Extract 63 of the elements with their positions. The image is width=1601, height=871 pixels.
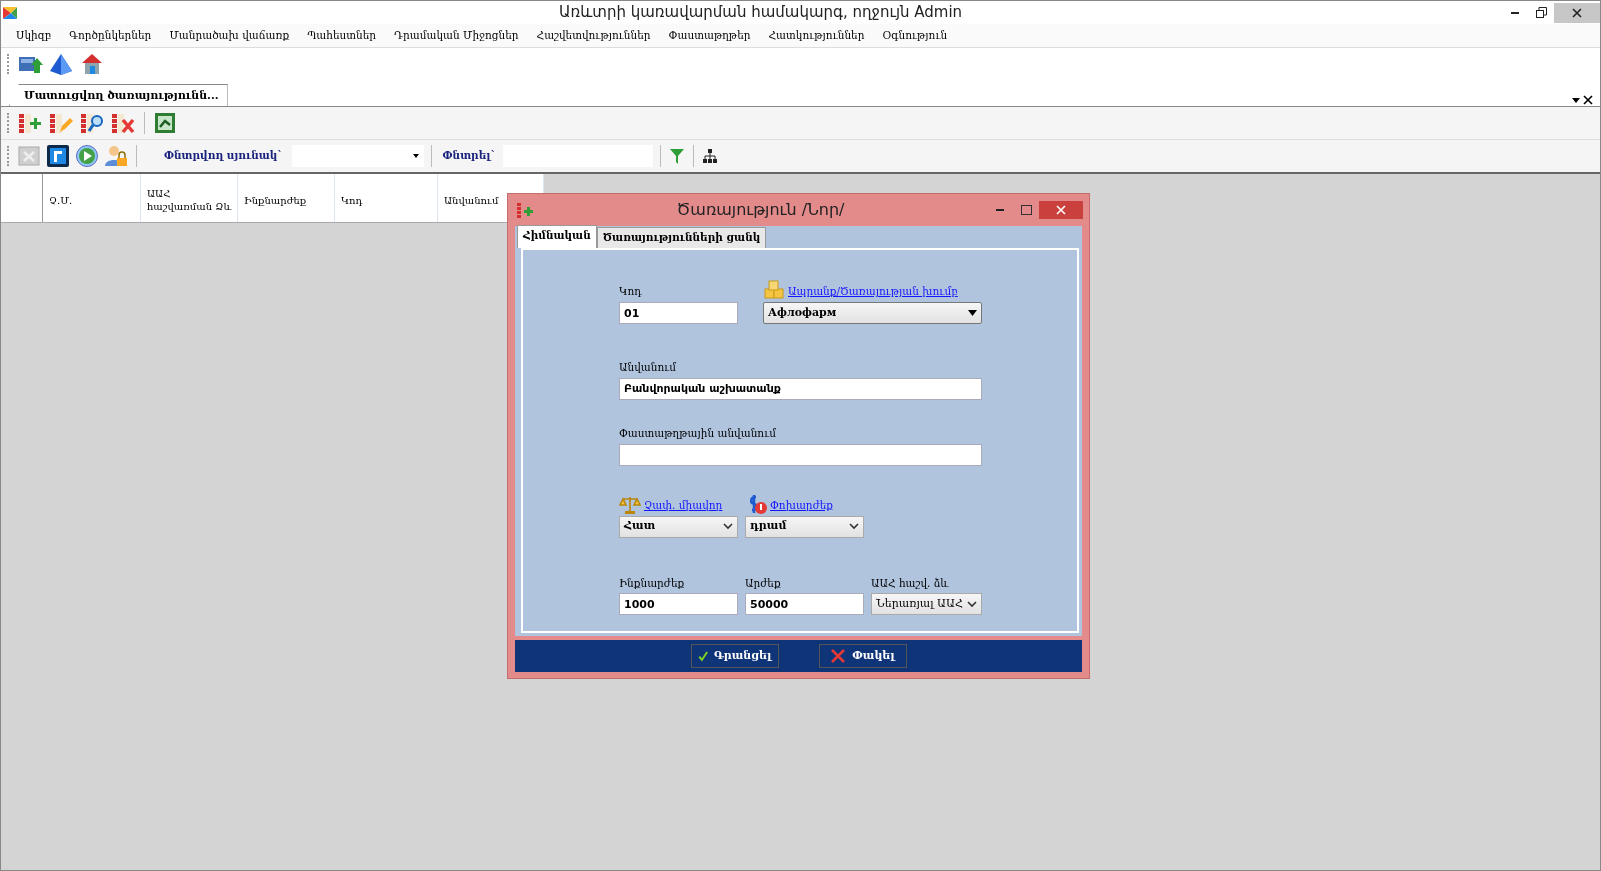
column-header[interactable]: Կոդ — [335, 174, 438, 222]
menu-item[interactable]: Օգնություն — [873, 25, 957, 46]
report-icon[interactable] — [46, 144, 70, 168]
close-icon — [1056, 205, 1066, 215]
field-link[interactable]: Փոխարժեք — [770, 497, 833, 514]
menu-item[interactable]: Փաստաթղթեր — [659, 25, 760, 46]
user-lock-icon[interactable] — [104, 144, 128, 168]
column-header[interactable]: Չ.Մ. — [43, 174, 141, 222]
hierarchy-icon[interactable] — [701, 148, 718, 164]
text-field[interactable]: 1000 — [619, 593, 738, 616]
close-button[interactable] — [1039, 201, 1083, 219]
search-label: Փնտրել` — [441, 148, 497, 164]
restore-icon — [1535, 7, 1547, 18]
field-label: Ինքնարժեք — [619, 575, 685, 591]
dropdown[interactable]: Հատ — [619, 515, 738, 538]
field-label: Կոդ — [619, 284, 642, 300]
menu-item[interactable]: Հաշվետվություններ — [527, 25, 660, 46]
tab[interactable]: Ծառայությունների ցանկ — [596, 227, 767, 248]
minimize-icon — [996, 209, 1004, 211]
field-label: Արժեք — [745, 575, 781, 591]
field-link[interactable]: Ապրանք/Ծառայության խումբ — [788, 284, 958, 300]
dropdown-icon — [411, 152, 420, 160]
menu-item[interactable]: Հատկություններ — [759, 25, 874, 46]
play-icon[interactable] — [75, 144, 99, 168]
table-add-icon — [516, 201, 534, 219]
dropdown-icon[interactable] — [1571, 95, 1581, 105]
menu-item[interactable]: Մանրածախ վաճառք — [160, 25, 299, 46]
text-field[interactable]: 01 — [619, 302, 738, 324]
column-header[interactable]: Ինքնարժեք — [238, 174, 335, 222]
document-tab[interactable]: Մատուցվող ծառայությունն... — [9, 83, 228, 106]
field-link[interactable]: Չափ. միավոր — [644, 497, 723, 514]
menu-item[interactable]: Սկիզբ — [7, 25, 61, 46]
window-title: Առևտրի կառավարման համակարգ, ողջույն Admin — [557, 2, 964, 24]
close-icon — [830, 648, 847, 664]
text-field[interactable] — [619, 443, 982, 466]
column-header[interactable]: ԱԱՀ հաշվառման Ձև — [141, 174, 238, 222]
dialog-title: Ծառայություն /Նոր/ — [675, 199, 846, 221]
menu-item[interactable]: Պահեստներ — [298, 25, 386, 46]
close-button[interactable] — [1554, 2, 1600, 23]
chevron-icon — [967, 600, 977, 608]
close-button[interactable]: Փակել — [818, 644, 907, 668]
text-field[interactable]: 50000 — [745, 593, 864, 616]
tab[interactable]: Հիմնական — [517, 225, 597, 248]
menu-item[interactable]: Գործընկերներ — [60, 25, 161, 46]
text-field[interactable]: Բանվորական աշխատանք — [619, 377, 982, 400]
save-button[interactable]: Գրանցել — [690, 644, 779, 668]
chevron-icon — [723, 523, 733, 530]
filter-label: Փնտրվող սյունակ` — [163, 148, 284, 164]
maximize-icon — [1020, 205, 1032, 215]
boxes-icon — [763, 280, 785, 300]
dropdown[interactable]: դրամ — [745, 515, 864, 538]
dropdown[interactable]: Афлофарм — [763, 302, 982, 324]
close-icon — [1572, 7, 1582, 18]
dropdown-icon — [968, 310, 977, 316]
minimize-icon — [1511, 11, 1519, 14]
filter-icon[interactable] — [668, 147, 685, 165]
menu-item[interactable]: Դրամական Միջոցներ — [385, 25, 528, 46]
close-icon[interactable] — [1583, 95, 1593, 105]
field-label: Անվանում — [619, 360, 677, 375]
chevron-icon — [849, 523, 859, 530]
field-label: Փաստաթղթային անվանում — [619, 425, 777, 441]
dropdown[interactable]: Ներառյալ ԱԱՀ — [871, 593, 982, 616]
field-label: ԱԱՀ հաշվ. ձև — [871, 575, 949, 591]
